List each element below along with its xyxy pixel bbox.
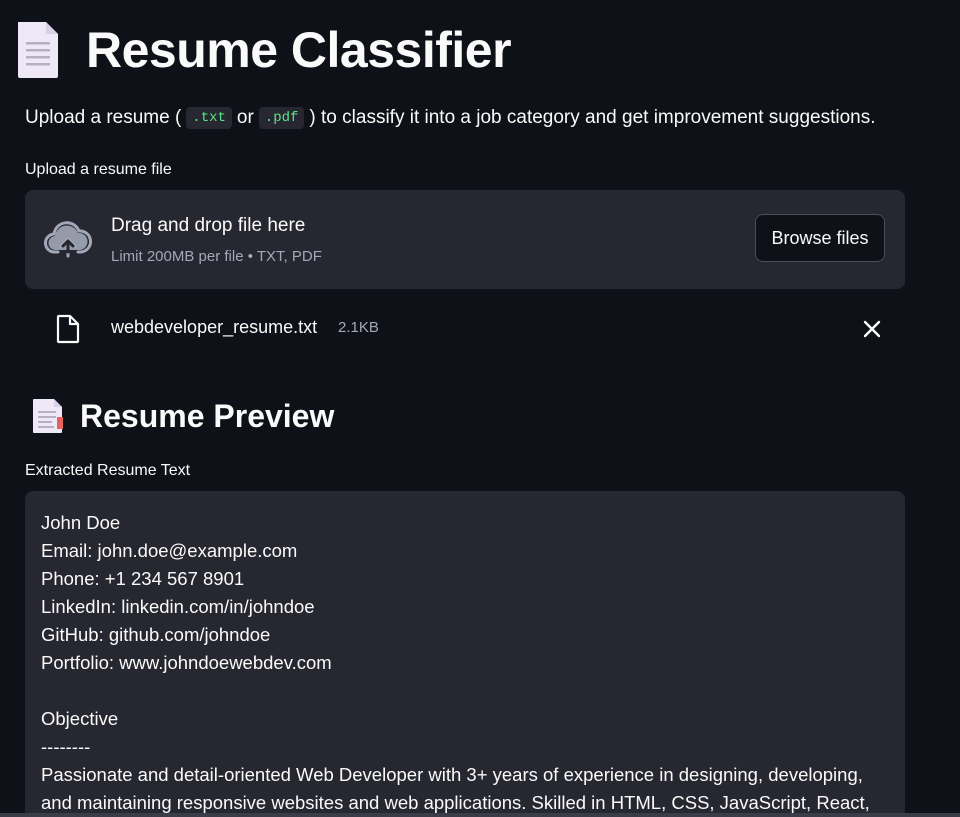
document-icon [14,20,62,80]
page-title-row: Resume Classifier [14,18,512,82]
uploaded-file-size: 2.1KB [338,319,379,336]
extracted-text-label: Extracted Resume Text [25,462,191,479]
page-title: Resume Classifier [86,22,512,78]
remove-file-close-icon[interactable] [862,319,882,339]
preview-section-title: Resume Preview [80,397,335,434]
uploaded-file-row: webdeveloper_resume.txt 2.1KB [25,305,905,351]
dropzone-limit-text: Limit 200MB per file • TXT, PDF [111,248,322,265]
pdf-extension-code: .pdf [258,107,305,129]
preview-section-header: Resume Preview [30,393,334,439]
cloud-upload-icon [44,220,93,260]
app-page: Resume Classifier Upload a resume ( .txt… [0,0,960,817]
page-facing-up-icon [30,397,66,435]
subtitle-text-start: Upload a resume ( [25,107,182,128]
page-subtitle: Upload a resume ( .txt or .pdf ) to clas… [25,107,876,129]
browse-files-button[interactable]: Browse files [755,214,885,262]
subtitle-text-end: ) to classify it into a job category and… [309,107,876,128]
subtitle-text-or: or [236,107,254,128]
extracted-resume-text: John Doe Email: john.doe@example.com Pho… [41,512,870,813]
upload-label: Upload a resume file [25,161,172,178]
file-dropzone[interactable]: Drag and drop file here Limit 200MB per … [25,190,905,289]
txt-extension-code: .txt [186,107,232,129]
uploaded-file-name: webdeveloper_resume.txt [111,317,318,337]
dropzone-instructions: Drag and drop file here [111,215,306,236]
extracted-resume-textarea[interactable]: John Doe Email: john.doe@example.com Pho… [25,491,905,817]
horizontal-scrollbar[interactable] [0,813,960,817]
file-icon [56,314,80,344]
